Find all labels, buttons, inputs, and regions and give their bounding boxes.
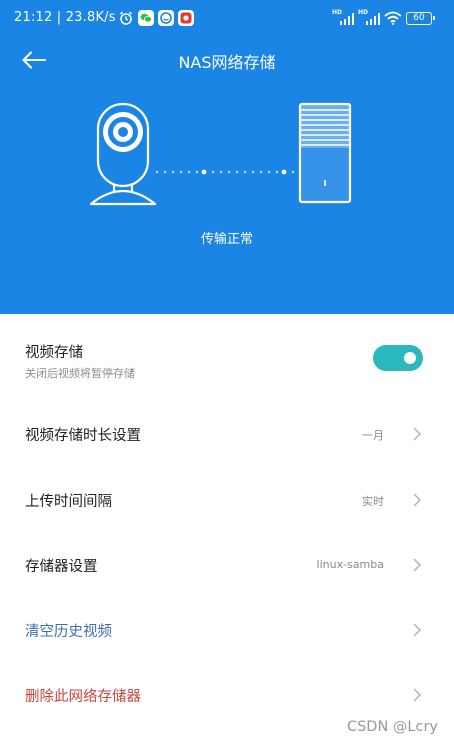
transfer-dots: [155, 160, 297, 175]
storage-duration-label: 视频存储时长设置: [25, 428, 141, 444]
storage-device-row[interactable]: 存储器设置 linux-samba: [0, 531, 454, 595]
alarm-icon: [118, 10, 134, 26]
status-app-icons: [118, 10, 194, 26]
wechat-icon: [138, 10, 154, 26]
transfer-status: 传输正常: [200, 232, 253, 247]
video-storage-subtitle: 关闭后视频将暂停存储: [25, 367, 135, 380]
battery-icon: 60: [406, 11, 435, 25]
upload-interval-label: 上传时间间隔: [25, 494, 112, 510]
status-time: 21:12 | 23.8K/s: [14, 10, 116, 25]
video-storage-row: 视频存储 关闭后视频将暂停存储: [0, 324, 454, 388]
settings-list: 视频存储 关闭后视频将暂停存储 视频存储时长设置 一月 上传时间间隔 实时 存储…: [0, 314, 454, 745]
status-bar: 21:12 | 23.8K/s HD HD 60: [0, 0, 454, 36]
clear-history-label: 清空历史视频: [25, 624, 112, 640]
video-storage-label: 视频存储: [25, 345, 83, 361]
toggle-knob: [404, 352, 416, 364]
chat-app-icon: [158, 10, 174, 26]
connection-illustration: [0, 96, 454, 208]
clear-history-row[interactable]: 清空历史视频: [0, 596, 454, 660]
video-storage-toggle[interactable]: [373, 345, 423, 371]
title-bar: NAS网络存储: [0, 44, 454, 76]
storage-device-value: linux-samba: [316, 558, 384, 571]
delete-storage-row[interactable]: 删除此网络存储器: [0, 661, 454, 725]
signal-icon: HD: [358, 9, 380, 25]
camera-icon: [88, 102, 158, 210]
battery-level: 60: [413, 13, 425, 23]
app-notification-icon: [178, 10, 194, 26]
page-title: NAS网络存储: [178, 53, 276, 72]
watermark: CSDN @Lcry: [346, 719, 438, 735]
chevron-right-icon: [411, 492, 423, 508]
wifi-icon: [384, 11, 402, 25]
signal-icon: HD: [332, 9, 354, 25]
chevron-right-icon: [411, 426, 423, 442]
storage-duration-value: 一月: [362, 429, 384, 442]
chevron-right-icon: [411, 557, 423, 573]
storage-device-label: 存储器设置: [25, 559, 98, 575]
status-indicators: HD HD 60: [332, 9, 435, 26]
nas-device-icon: [297, 102, 355, 210]
chevron-right-icon: [411, 687, 423, 703]
upload-interval-row[interactable]: 上传时间间隔 实时: [0, 466, 454, 530]
chevron-right-icon: [411, 622, 423, 638]
storage-duration-row[interactable]: 视频存储时长设置 一月: [0, 402, 454, 466]
delete-storage-label: 删除此网络存储器: [25, 689, 141, 705]
upload-interval-value: 实时: [362, 495, 384, 508]
